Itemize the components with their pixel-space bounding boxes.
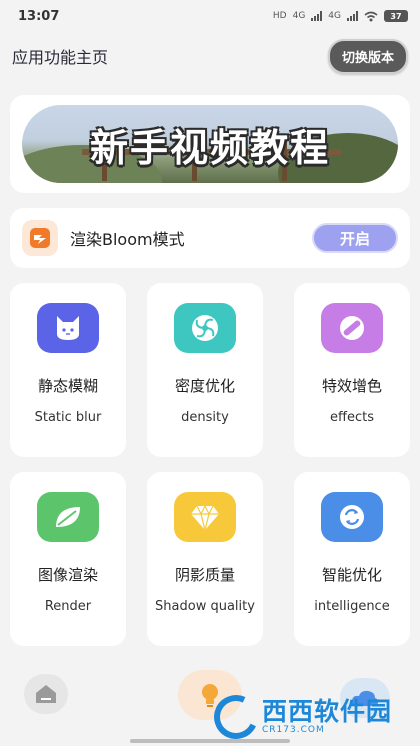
home-icon: [36, 685, 56, 703]
network-label-1: 4G: [292, 11, 306, 21]
gem-icon: [174, 492, 236, 542]
banner-card: 新手视频教程: [10, 95, 410, 193]
watermark-logo: 西西软件园 CR173.COM: [207, 688, 414, 746]
feature-subtitle: Shadow quality: [155, 599, 255, 614]
swirl-icon: [174, 303, 236, 353]
watermark-text-block: 西西软件园 CR173.COM: [262, 697, 393, 736]
feature-card-effects[interactable]: 特效增色 effects: [294, 283, 410, 457]
feature-name: 静态模糊: [37, 377, 98, 395]
feature-name: 阴影质量: [174, 566, 235, 584]
signal-icon: [311, 11, 323, 21]
nav-home[interactable]: [24, 674, 68, 714]
bloom-mode-label: 渲染Bloom模式: [70, 230, 185, 249]
wifi-icon: [364, 11, 378, 21]
page-title: 应用功能主页: [12, 48, 109, 67]
battery-icon: 37: [384, 10, 408, 22]
leaf-icon: [37, 492, 99, 542]
feature-card-shadow-quality[interactable]: 阴影质量 Shadow quality: [147, 472, 263, 646]
bloom-app-icon: [22, 220, 58, 256]
bloom-mode-row: 渲染Bloom模式 开启: [10, 208, 410, 268]
enable-bloom-button[interactable]: 开启: [312, 223, 398, 253]
feature-subtitle: Render: [44, 599, 92, 614]
status-icons: HD 4G 4G 37: [273, 10, 408, 22]
feature-card-intelligence[interactable]: 智能优化 intelligence: [294, 472, 410, 646]
watermark-subtext: CR173.COM: [262, 725, 325, 735]
feature-name: 图像渲染: [37, 566, 98, 584]
feature-name: 特效增色: [321, 377, 382, 395]
feature-name: 智能优化: [321, 566, 382, 584]
watermark-text: 西西软件园: [262, 697, 393, 726]
switch-version-button[interactable]: 切换版本: [327, 38, 408, 74]
signal-icon-2: [347, 11, 358, 21]
cat-icon: [37, 303, 99, 353]
feature-subtitle: effects: [330, 410, 374, 425]
status-bar: 13:07 HD 4G 4G 37: [0, 0, 420, 32]
pill-icon: [321, 303, 383, 353]
hd-indicator: HD: [272, 11, 287, 21]
feature-subtitle: Static blur: [34, 410, 102, 425]
feature-card-density[interactable]: 密度优化 density: [147, 283, 263, 457]
refresh-icon: [321, 492, 383, 542]
feature-card-static-blur[interactable]: 静态模糊 Static blur: [10, 283, 126, 457]
feature-name: 密度优化: [174, 377, 235, 395]
banner-title: 新手视频教程: [89, 125, 330, 170]
home-indicator[interactable]: [130, 739, 290, 743]
feature-card-render[interactable]: 图像渲染 Render: [10, 472, 126, 646]
watermark-c-icon: [207, 688, 265, 746]
feature-subtitle: density: [181, 410, 229, 425]
video-tutorial-banner[interactable]: 新手视频教程: [22, 105, 398, 183]
status-time: 13:07: [18, 8, 60, 24]
network-label-2: 4G: [328, 11, 341, 21]
header: 应用功能主页 切换版本: [0, 36, 420, 76]
feature-subtitle: intelligence: [314, 599, 390, 614]
